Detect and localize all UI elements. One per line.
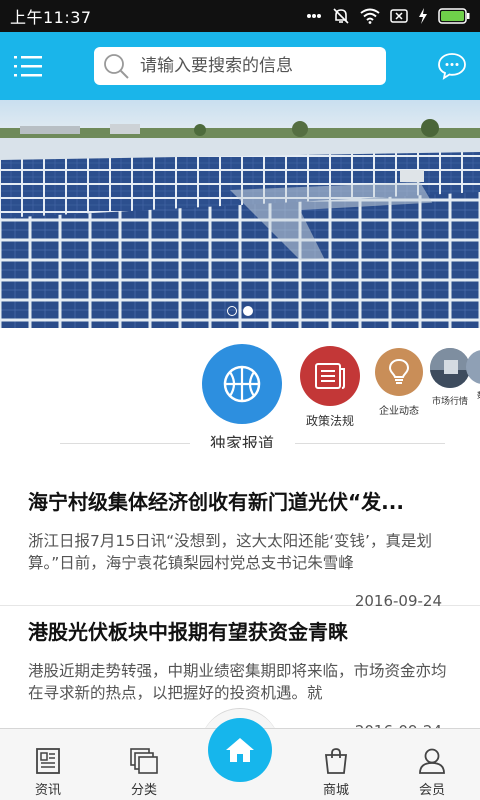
charging-icon	[419, 8, 427, 24]
search-input[interactable]	[140, 56, 370, 76]
tab-home-button[interactable]	[208, 718, 272, 782]
tab-category[interactable]: 分类	[96, 729, 192, 800]
carousel-dot-2[interactable]	[243, 306, 253, 316]
tab-member[interactable]: 会员	[384, 729, 480, 800]
tab-label: 分类	[130, 783, 157, 798]
banner-image-solar-panels	[0, 100, 480, 328]
document-icon	[300, 346, 360, 406]
wifi-icon	[360, 8, 380, 24]
category-label: 企业动态	[379, 406, 419, 417]
tab-label: 商城	[322, 783, 349, 798]
carousel-dot-1[interactable]	[227, 306, 237, 316]
divider-line	[60, 443, 190, 444]
home-icon	[226, 738, 254, 762]
category-scroller[interactable]: 独家报道 政策法规 企业动态 市场行情	[0, 328, 480, 448]
menu-button[interactable]	[0, 32, 56, 100]
search-icon	[104, 54, 129, 79]
battery-icon	[438, 8, 470, 24]
tab-news[interactable]: 资讯	[0, 729, 96, 800]
tab-label: 会员	[418, 783, 445, 798]
category-policy[interactable]: 政策法规	[296, 346, 364, 429]
category-label: 政策法规	[305, 414, 354, 428]
hamburger-menu-icon	[14, 56, 42, 77]
shopping-bag-icon	[324, 748, 348, 774]
app-screen: 上午11:37 请输入要搜索的信息 独家报道 政策法规 企业动态 市场行情 海宁…	[0, 0, 480, 800]
news-list: 海宁村级集体经济创收有新门道光伏“发... 浙江日报7月15日讯“没想到，这大太…	[0, 468, 480, 740]
news-title[interactable]: 海宁村级集体经济创收有新门道光伏“发...	[28, 488, 452, 516]
tab-mall[interactable]: 商城	[288, 729, 384, 800]
news-summary: 浙江日报7月15日讯“没想到，这大太阳还能‘变钱’，真是划算。”日前，海宁袁花镇…	[28, 532, 432, 572]
mute-bell-icon	[333, 8, 349, 24]
carousel-indicators	[0, 306, 480, 316]
app-header	[0, 32, 480, 100]
search-bar[interactable]	[94, 47, 386, 85]
news-summary: 港股近期走势转强，中期业绩密集期即将来临，市场资金亦均在寻求新的热点，以把握好的…	[28, 662, 447, 702]
category-icon	[130, 748, 158, 774]
status-icons	[306, 7, 470, 25]
chat-bubble-icon	[438, 53, 466, 80]
user-icon	[419, 748, 445, 774]
tab-label: 资讯	[34, 783, 61, 798]
category-label: 数	[466, 390, 480, 401]
photo-icon	[430, 348, 470, 388]
lightbulb-icon	[375, 348, 423, 396]
category-company-news[interactable]: 企业动态	[370, 348, 428, 417]
photo-icon	[466, 350, 480, 384]
category-data[interactable]: 数	[466, 350, 480, 401]
category-exclusive-report[interactable]: 独家报道	[196, 344, 288, 448]
news-title[interactable]: 港股光伏板块中报期有望获资金青睐	[28, 618, 452, 646]
sim-x-icon	[390, 9, 408, 23]
status-bar: 上午11:37	[0, 0, 480, 32]
news-icon	[36, 748, 60, 774]
banner-carousel[interactable]	[0, 100, 480, 328]
divider-line	[295, 443, 445, 444]
status-time: 上午11:37	[10, 8, 92, 27]
news-item[interactable]: 海宁村级集体经济创收有新门道光伏“发... 浙江日报7月15日讯“没想到，这大太…	[0, 468, 480, 610]
category-label: 独家报道	[209, 434, 274, 448]
more-dots-icon	[307, 14, 321, 18]
basketball-icon	[202, 344, 282, 424]
message-button[interactable]	[434, 48, 470, 84]
